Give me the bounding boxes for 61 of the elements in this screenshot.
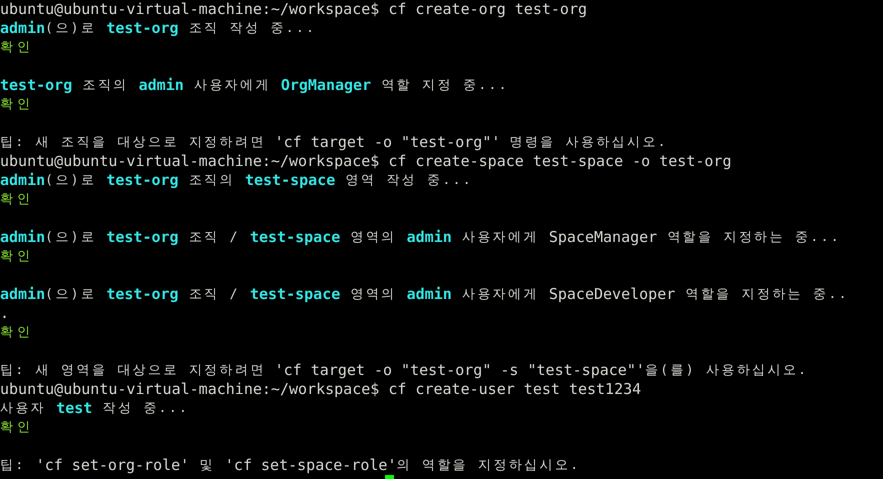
- output-text: 역할을 지정하는 중...: [666, 229, 841, 247]
- output-text: 및: [198, 457, 216, 475]
- highlighted-text: test-space: [250, 228, 340, 247]
- command-text: SpaceManager: [548, 228, 658, 247]
- highlighted-text: OrgManager: [280, 76, 372, 95]
- command-text: SpaceDeveloper: [548, 285, 676, 304]
- status-text: 확인: [0, 96, 34, 114]
- output-text: 의 역할을 지정하십시오.: [396, 457, 580, 475]
- cursor: [385, 475, 394, 479]
- command-text: 'cf target -o "test-org" -s "test-space"': [274, 361, 645, 380]
- output-text: 역할 지정 중...: [380, 77, 509, 95]
- command-text: 'cf target -o "test-org"': [274, 133, 502, 152]
- output-text: 사용자에게: [460, 229, 540, 247]
- highlighted-text: admin: [138, 76, 184, 95]
- output-text: 조직의: [188, 172, 236, 190]
- output-text: 역할을 지정하는 중..: [684, 286, 849, 304]
- output-text: 팁: 새 조직을 대상으로 지정하려면: [0, 134, 266, 152]
- output-text: 명령을 사용하십시오.: [509, 134, 668, 152]
- highlighted-text: test-org: [0, 76, 72, 95]
- output-text: 사용자에게: [460, 286, 540, 304]
- status-text: 확인: [0, 39, 34, 57]
- highlighted-text: test-org: [106, 171, 179, 190]
- output-text: 을(를) 사용하십시오.: [644, 362, 808, 380]
- highlighted-text: admin: [0, 228, 46, 247]
- highlighted-text: test-org: [106, 228, 179, 247]
- output-text: (으)로: [45, 20, 98, 38]
- highlighted-text: test-org: [106, 285, 179, 304]
- highlighted-text: admin: [0, 171, 46, 190]
- status-text: 확인: [0, 248, 34, 266]
- output-text: 영역의: [349, 229, 398, 247]
- output-text: (으)로: [45, 229, 98, 247]
- output-text: 사용자에게: [192, 77, 272, 95]
- highlighted-text: admin: [406, 228, 452, 247]
- output-text: 조직 작성 중...: [188, 20, 316, 38]
- output-text: 사용자: [0, 400, 48, 418]
- output-text: 조직 /: [188, 229, 241, 247]
- highlighted-text: test-org: [106, 19, 179, 38]
- output-text: 조직의: [81, 77, 130, 95]
- status-text: 확인: [0, 324, 34, 342]
- highlighted-text: test-space: [244, 171, 336, 190]
- highlighted-text: test: [56, 399, 92, 418]
- command-text: ubuntu@ubuntu-virtual-machine:~/workspace$ cf create-org test-org: [0, 0, 587, 19]
- output-text: 영역 작성 중...: [344, 172, 473, 190]
- output-text: (으)로: [45, 286, 98, 304]
- highlighted-text: admin: [0, 285, 46, 304]
- highlighted-text: admin: [0, 19, 46, 38]
- command-text: 'cf set-org-role': [36, 456, 190, 475]
- command-text: 'cf set-space-role': [224, 456, 396, 475]
- command-text: ubuntu@ubuntu-virtual-machine:~/workspace$ cf create-user test test1234: [0, 380, 642, 399]
- output-text: 팁:: [0, 457, 27, 475]
- output-text: 작성 중...: [101, 400, 190, 418]
- output-text: 팁: 새 영역을 대상으로 지정하려면: [0, 362, 266, 380]
- command-text: .: [0, 304, 10, 323]
- status-text: 확인: [0, 191, 34, 209]
- output-text: (으)로: [45, 172, 98, 190]
- output-text: 조직 /: [188, 286, 241, 304]
- command-text: ubuntu@ubuntu-virtual-machine:~/workspace$ cf create-space test-space -o test-org: [0, 152, 732, 171]
- highlighted-text: test-space: [250, 285, 340, 304]
- status-text: 확인: [0, 419, 34, 437]
- output-text: 영역의: [349, 286, 398, 304]
- highlighted-text: admin: [406, 285, 452, 304]
